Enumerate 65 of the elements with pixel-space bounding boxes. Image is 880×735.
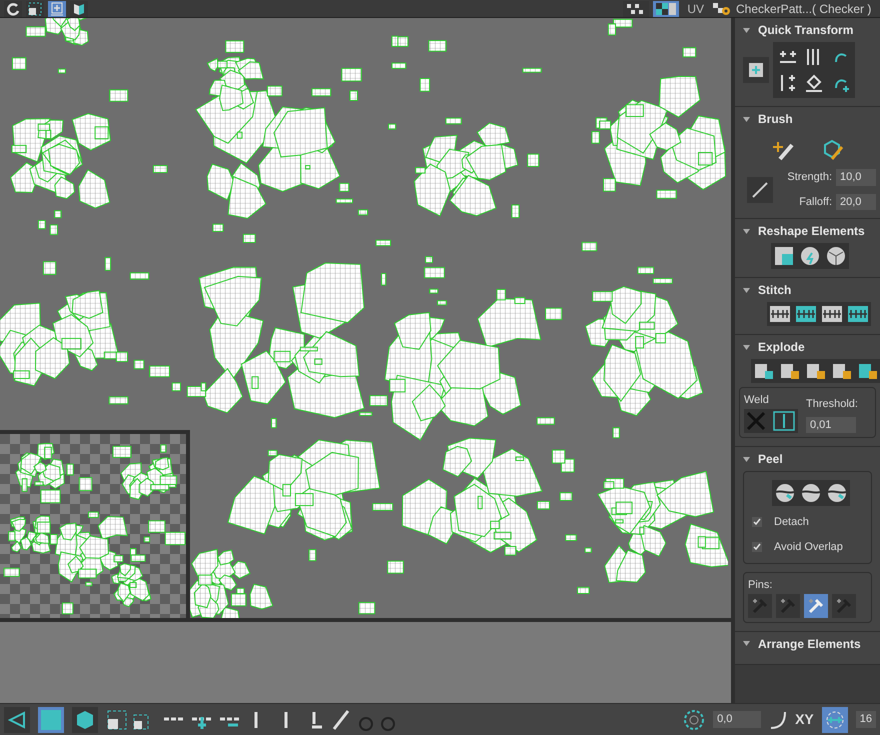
checkbox-label: Avoid Overlap xyxy=(774,540,843,554)
threshold-spinner[interactable]: 0,01 xyxy=(806,416,856,433)
snap-button[interactable] xyxy=(822,706,848,732)
toolbar-button[interactable] xyxy=(623,0,650,16)
checkbox[interactable] xyxy=(752,542,762,552)
diagonal-line-icon xyxy=(751,180,769,198)
selection-mode-button[interactable] xyxy=(4,706,30,732)
selection-mode-button[interactable] xyxy=(72,706,98,732)
pin-button[interactable] xyxy=(804,594,828,618)
caret-icon[interactable] xyxy=(743,288,750,292)
transform-button[interactable] xyxy=(743,57,769,83)
peel-icons[interactable] xyxy=(772,480,850,506)
stitch-icons[interactable] xyxy=(767,302,871,326)
brush-line-button[interactable] xyxy=(747,176,773,202)
toolbar-button[interactable] xyxy=(653,0,680,16)
reshape-icons[interactable] xyxy=(771,243,849,269)
pin-icon xyxy=(835,596,853,614)
toolbar-button[interactable] xyxy=(4,0,22,16)
curve-icon[interactable] xyxy=(769,710,788,730)
caret-icon[interactable] xyxy=(743,456,750,462)
strength-label: Strength: xyxy=(787,170,832,185)
rollout-title[interactable]: Brush xyxy=(758,110,793,128)
toolbar-button[interactable] xyxy=(48,0,66,16)
rollout-title[interactable]: Reshape Elements xyxy=(758,222,865,240)
snap-icon xyxy=(824,710,845,730)
caret-icon[interactable] xyxy=(743,344,750,350)
caret-icon[interactable] xyxy=(743,116,750,122)
checkbox-label: Detach xyxy=(774,515,809,530)
pin-icon xyxy=(751,596,769,614)
checker-gear-icon[interactable] xyxy=(712,2,732,16)
weld-label: Weld xyxy=(744,393,770,408)
caret-icon[interactable] xyxy=(743,641,750,646)
value-field[interactable]: 16 xyxy=(856,711,876,728)
selection-tools-icon[interactable] xyxy=(106,708,396,730)
weld-icon[interactable] xyxy=(744,408,798,432)
strength-field[interactable]: 10,0 xyxy=(836,169,876,186)
rollout-title[interactable]: Peel xyxy=(758,450,783,468)
falloff-field[interactable]: 20,0 xyxy=(836,194,876,210)
plus-square-icon xyxy=(749,63,763,77)
texture-dropdown[interactable]: CheckerPatt...( Checker ) xyxy=(736,0,876,18)
threshold-label: Threshold: xyxy=(806,397,858,412)
selection-mode-icon xyxy=(75,710,95,730)
pin-icon xyxy=(779,596,797,614)
rollout-title[interactable]: Stitch xyxy=(758,281,792,299)
caret-icon[interactable] xyxy=(743,228,750,234)
uv-label: UV xyxy=(686,0,705,18)
toolbar-button[interactable] xyxy=(70,0,88,16)
pins-label: Pins: xyxy=(748,578,774,593)
rollout-title[interactable]: Quick Transform xyxy=(758,21,854,39)
brush-move-icon[interactable] xyxy=(772,139,794,161)
axis-button[interactable]: XY xyxy=(795,709,814,730)
rollout-title[interactable]: Arrange Elements xyxy=(758,634,861,652)
falloff-label: Falloff: xyxy=(799,194,832,210)
caret-icon[interactable] xyxy=(743,28,750,32)
rollout-title[interactable]: Explode xyxy=(758,338,805,356)
rotate-snap-icon[interactable] xyxy=(683,708,706,730)
selection-mode-icon xyxy=(41,710,61,730)
toolbar-button[interactable] xyxy=(26,0,44,16)
pin-icon xyxy=(807,596,825,614)
checkbox[interactable] xyxy=(752,517,762,528)
selection-mode-icon xyxy=(8,710,26,728)
brush-cube-icon[interactable] xyxy=(822,139,844,161)
angle-spinner[interactable]: 0,0 xyxy=(713,711,762,728)
explode-icons[interactable] xyxy=(751,359,880,383)
transform-icon[interactable] xyxy=(803,72,825,94)
